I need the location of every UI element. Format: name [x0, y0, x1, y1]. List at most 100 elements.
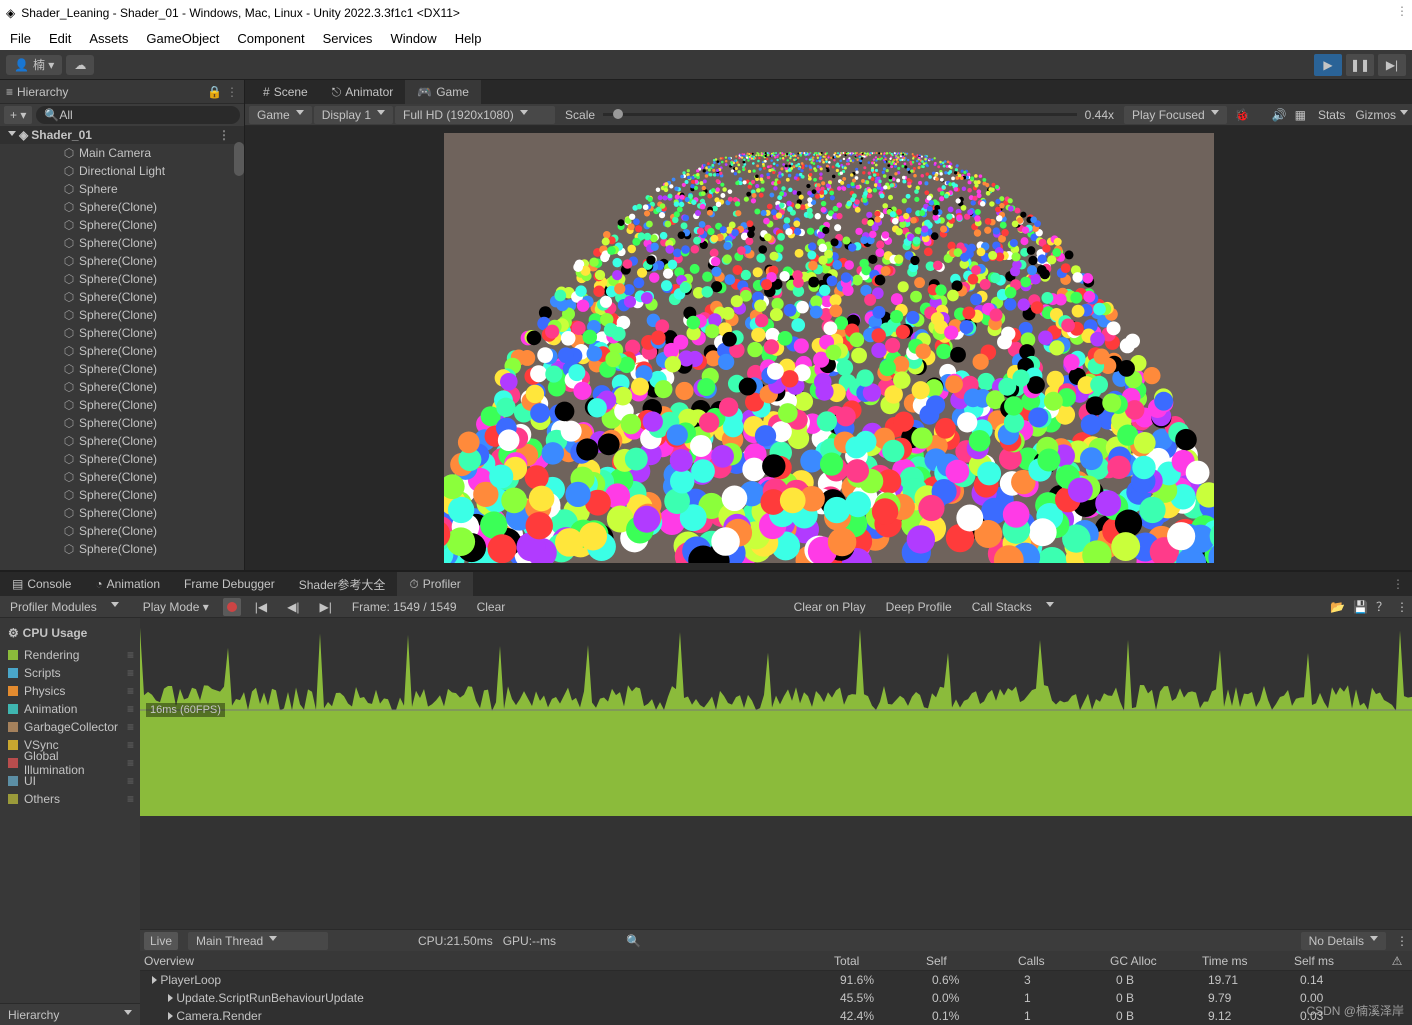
slider-thumb[interactable] — [613, 109, 623, 119]
tab-game[interactable]: 🎮Game — [405, 80, 481, 104]
tab-menu-icon[interactable]: ⋮ — [1396, 4, 1408, 18]
hierarchy-lock-icon[interactable]: 🔒 — [207, 85, 222, 99]
game-view[interactable] — [245, 126, 1412, 570]
hierarchy-item[interactable]: ⬡Sphere(Clone) — [0, 504, 244, 522]
col-gcalloc[interactable]: GC Alloc — [1106, 954, 1198, 968]
hierarchy-item[interactable]: ⬡Sphere(Clone) — [0, 252, 244, 270]
load-icon[interactable]: 📂 — [1330, 600, 1345, 614]
hierarchy-item[interactable]: ⬡Sphere(Clone) — [0, 270, 244, 288]
bug-icon[interactable]: 🐞 — [1235, 108, 1250, 122]
hierarchy-item[interactable]: ⬡Sphere(Clone) — [0, 486, 244, 504]
gizmo-icon[interactable]: ▦ — [1295, 108, 1306, 122]
scrollbar-thumb[interactable] — [234, 142, 244, 176]
col-timems[interactable]: Time ms — [1198, 954, 1290, 968]
hierarchy-item[interactable]: ⬡Sphere(Clone) — [0, 378, 244, 396]
expand-icon[interactable] — [168, 994, 173, 1002]
hierarchy-item[interactable]: ⬡Sphere(Clone) — [0, 306, 244, 324]
menu-file[interactable]: File — [10, 31, 31, 46]
hierarchy-item[interactable]: ⬡Sphere(Clone) — [0, 468, 244, 486]
hierarchy-item[interactable]: ⬡Sphere(Clone) — [0, 540, 244, 558]
menu-gameobject[interactable]: GameObject — [146, 31, 219, 46]
panel-menu-icon[interactable]: ⋮ — [1392, 577, 1412, 591]
detail-search-icon[interactable]: 🔍 — [626, 934, 641, 948]
help-icon[interactable]: ？ — [1376, 598, 1388, 615]
tab-animation[interactable]: ◔Animation — [83, 572, 172, 596]
hierarchy-item[interactable]: ⬡Sphere(Clone) — [0, 396, 244, 414]
gizmos-button[interactable]: Gizmos — [1355, 108, 1396, 122]
clear-button[interactable]: Clear — [471, 598, 512, 616]
profiler-category[interactable]: Scripts≡ — [0, 664, 140, 682]
deep-profile-button[interactable]: Deep Profile — [880, 598, 958, 616]
scene-root[interactable]: ◈ Shader_01⋮ — [0, 126, 244, 144]
profiler-chart[interactable]: 16ms (60FPS) — [140, 618, 1412, 929]
drag-icon[interactable]: ≡ — [127, 792, 132, 806]
menu-help[interactable]: Help — [455, 31, 482, 46]
drag-icon[interactable]: ≡ — [127, 648, 132, 662]
display-dropdown[interactable]: Display 1 — [314, 106, 393, 124]
hierarchy-item[interactable]: ⬡Sphere(Clone) — [0, 450, 244, 468]
profiler-category[interactable]: Physics≡ — [0, 682, 140, 700]
hierarchy-item[interactable]: ⬡Sphere(Clone) — [0, 288, 244, 306]
tab-shaderref[interactable]: Shader参考大全 — [287, 572, 398, 596]
game-dropdown[interactable]: Game — [249, 106, 312, 124]
live-badge[interactable]: Live — [144, 932, 178, 950]
step-button[interactable]: ▶| — [1378, 54, 1406, 76]
clear-on-play-button[interactable]: Clear on Play — [788, 598, 872, 616]
detail-menu-icon[interactable]: ⋮ — [1396, 934, 1408, 948]
profiler-category[interactable]: Rendering≡ — [0, 646, 140, 664]
modules-dropdown[interactable]: Profiler Modules — [4, 598, 103, 616]
hierarchy-item[interactable]: ⬡Sphere(Clone) — [0, 360, 244, 378]
expand-icon[interactable] — [168, 1012, 173, 1020]
menu-services[interactable]: Services — [323, 31, 373, 46]
pause-button[interactable]: ❚❚ — [1346, 54, 1374, 76]
playmode-dropdown[interactable]: Play Mode ▾ — [137, 598, 215, 616]
col-total[interactable]: Total — [830, 954, 922, 968]
drag-icon[interactable]: ≡ — [127, 666, 132, 680]
hierarchy-menu-icon[interactable]: ⋮ — [226, 85, 238, 99]
drag-icon[interactable]: ≡ — [127, 738, 132, 752]
thread-dropdown[interactable]: Main Thread — [188, 932, 328, 950]
profiler-category[interactable]: Others≡ — [0, 790, 140, 808]
hierarchy-item[interactable]: ⬡Sphere(Clone) — [0, 522, 244, 540]
expand-icon[interactable] — [8, 131, 16, 140]
hierarchy-search[interactable]: 🔍 All — [36, 106, 240, 124]
profiler-row[interactable]: Camera.Render42.4%0.1%10 B9.120.03 — [140, 1007, 1412, 1025]
stats-button[interactable]: Stats — [1318, 108, 1345, 122]
details-dropdown[interactable]: No Details — [1301, 932, 1386, 950]
account-button[interactable]: 👤 楠 ▾ — [6, 55, 62, 75]
menu-assets[interactable]: Assets — [89, 31, 128, 46]
profiler-hierarchy-dropdown[interactable]: Hierarchy — [0, 1003, 140, 1025]
play-button[interactable]: ▶ — [1314, 54, 1342, 76]
profiler-row[interactable]: PlayerLoop91.6%0.6%30 B19.710.14 — [140, 971, 1412, 989]
drag-icon[interactable]: ≡ — [127, 684, 132, 698]
drag-icon[interactable]: ≡ — [127, 774, 132, 788]
tab-framedebug[interactable]: Frame Debugger — [172, 572, 287, 596]
scale-slider[interactable] — [603, 113, 1077, 116]
hierarchy-item[interactable]: ⬡Sphere(Clone) — [0, 324, 244, 342]
tab-scene[interactable]: #Scene — [251, 80, 320, 104]
expand-icon[interactable] — [152, 976, 157, 984]
cloud-button[interactable]: ☁ — [66, 55, 94, 75]
col-overview[interactable]: Overview — [140, 954, 830, 968]
hierarchy-item[interactable]: ⬡Directional Light — [0, 162, 244, 180]
profiler-category[interactable]: Animation≡ — [0, 700, 140, 718]
menu-component[interactable]: Component — [237, 31, 304, 46]
hierarchy-item[interactable]: ⬡Sphere(Clone) — [0, 234, 244, 252]
tab-animator[interactable]: ⎋Animator — [320, 80, 406, 104]
hierarchy-item[interactable]: ⬡Sphere — [0, 180, 244, 198]
callstacks-dropdown[interactable]: Call Stacks — [966, 598, 1038, 616]
hierarchy-item[interactable]: ⬡Sphere(Clone) — [0, 414, 244, 432]
audio-icon[interactable]: 🔊 — [1272, 108, 1287, 122]
drag-icon[interactable]: ≡ — [127, 702, 132, 716]
cpu-usage-title[interactable]: ⚙ CPU Usage — [0, 618, 140, 646]
col-self[interactable]: Self — [922, 954, 1014, 968]
profiler-category[interactable]: GarbageCollector≡ — [0, 718, 140, 736]
profiler-category[interactable]: Global Illumination≡ — [0, 754, 140, 772]
hierarchy-item[interactable]: ⬡Main Camera — [0, 144, 244, 162]
tab-console[interactable]: ▤Console — [0, 572, 83, 596]
hierarchy-tab[interactable]: ≡ Hierarchy 🔒 ⋮ — [0, 80, 244, 104]
frame-fwd[interactable]: ▶| — [313, 598, 337, 616]
frame-back[interactable]: ◀| — [281, 598, 305, 616]
hierarchy-tree[interactable]: ◈ Shader_01⋮⬡Main Camera⬡Directional Lig… — [0, 126, 244, 570]
col-calls[interactable]: Calls — [1014, 954, 1106, 968]
